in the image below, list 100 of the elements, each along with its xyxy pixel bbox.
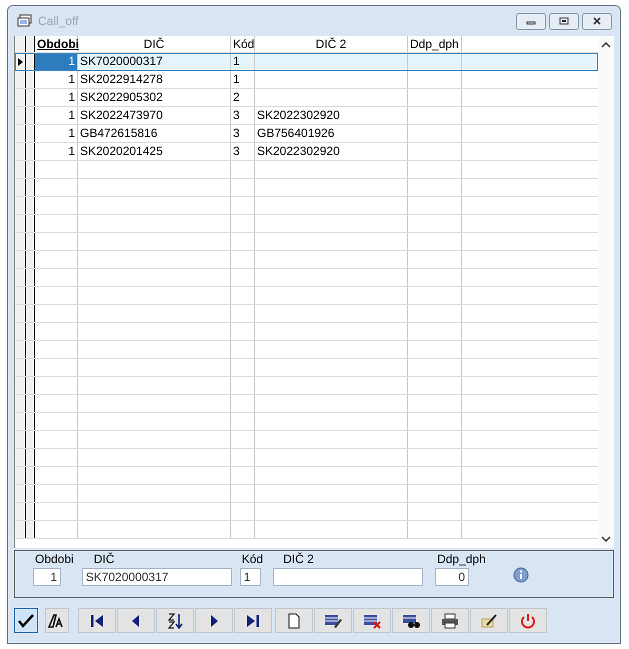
input-field[interactable]: SK7020000317 (82, 568, 232, 586)
next-button[interactable] (195, 608, 233, 633)
minimize-button[interactable] (516, 12, 546, 30)
row-header[interactable] (15, 107, 26, 124)
row-header[interactable] (15, 89, 26, 106)
row-header (26, 233, 35, 250)
row-header (15, 413, 26, 430)
row-header (26, 143, 35, 160)
input-field[interactable] (273, 568, 424, 586)
input-field[interactable]: 0 (435, 568, 470, 586)
row-header (26, 467, 35, 484)
table-cell: 3 (231, 125, 255, 142)
check-button[interactable] (14, 608, 38, 633)
scroll-down-icon[interactable] (601, 536, 611, 543)
power-icon (518, 612, 538, 628)
table-row[interactable]: 1 SK2020201425 3 SK2022302920 (15, 143, 598, 161)
new-button[interactable] (275, 608, 313, 633)
row-header (15, 521, 26, 538)
row-header (26, 269, 35, 286)
row-header (26, 53, 35, 70)
power-button[interactable] (509, 608, 547, 633)
table-cell: 1 (35, 143, 78, 160)
row-header (26, 413, 35, 430)
column-header[interactable]: DIČ 2 (255, 36, 408, 52)
table-cell: 1 (35, 89, 78, 106)
print-icon (440, 612, 460, 628)
table-cell: GB472615816 (78, 125, 231, 142)
table-row[interactable]: 1 SK2022914278 1 (15, 71, 598, 89)
info-icon[interactable] (513, 567, 529, 583)
input-field[interactable]: 1 (240, 568, 261, 586)
check-icon (16, 612, 36, 628)
delete-button[interactable] (353, 608, 391, 633)
table-cell: SK7020000317 (78, 53, 231, 70)
scrollbar[interactable] (598, 36, 614, 548)
column-header[interactable]: Ddp_dph (408, 36, 462, 52)
row-header (26, 161, 35, 178)
table-cell: 1 (35, 107, 78, 124)
row-header (26, 251, 35, 268)
table-row[interactable]: 1 GB472615816 3 GB756401926 (15, 125, 598, 143)
row-header (26, 125, 35, 142)
selected-row[interactable]: 1 SK7020000317 1 (15, 53, 598, 71)
row-header (26, 89, 35, 106)
row-header (15, 341, 26, 358)
row-header (15, 395, 26, 412)
prev-button[interactable] (117, 608, 155, 633)
row-header (26, 179, 35, 196)
scroll-up-icon[interactable] (601, 41, 611, 48)
row-header (15, 305, 26, 322)
row-header[interactable] (15, 53, 26, 70)
font-button[interactable] (45, 608, 69, 633)
table-cell: 3 (231, 107, 255, 124)
row-header (26, 107, 35, 124)
maximize-button[interactable] (549, 12, 579, 30)
row-header[interactable] (15, 125, 26, 142)
row-header (26, 503, 35, 520)
row-header (15, 36, 26, 52)
field-label: DIČ 2 (282, 551, 315, 568)
row-header (15, 323, 26, 340)
table-cell: SK2022302920 (255, 107, 408, 124)
row-header (26, 485, 35, 502)
sort-button[interactable] (156, 608, 194, 633)
table-cell: 1 (35, 125, 78, 142)
row-header[interactable] (15, 143, 26, 160)
table-cell: 2 (231, 89, 255, 106)
row-header[interactable] (15, 71, 26, 88)
table-row[interactable]: 1 SK2022905302 2 (15, 89, 598, 107)
row-header (15, 467, 26, 484)
row-header (26, 449, 35, 466)
table-cell: GB756401926 (255, 125, 408, 142)
row-header (26, 197, 35, 214)
row-header (26, 359, 35, 376)
print-button[interactable] (431, 608, 469, 633)
table-cell: 3 (231, 143, 255, 160)
field-label: Kód (240, 551, 264, 568)
last-button[interactable] (234, 608, 272, 633)
find-button[interactable] (392, 608, 430, 633)
row-header (15, 179, 26, 196)
edit-button[interactable] (314, 608, 352, 633)
table-cell: 1 (35, 53, 78, 70)
input-field[interactable]: 1 (33, 568, 61, 586)
table-row[interactable]: 1 SK2022473970 3 SK2022302920 (15, 107, 598, 125)
tools-icon (479, 612, 499, 628)
column-header[interactable]: Obdobi (35, 36, 78, 52)
edit-icon (323, 612, 343, 628)
row-header (15, 449, 26, 466)
row-header (15, 197, 26, 214)
row-header (26, 431, 35, 448)
row-header (15, 215, 26, 232)
row-header (26, 377, 35, 394)
field-label: DIČ (92, 551, 116, 568)
table-cell: 1 (231, 53, 255, 70)
tools-button[interactable] (470, 608, 508, 633)
close-icon (592, 17, 602, 25)
column-header[interactable]: DIČ (78, 36, 231, 52)
first-button[interactable] (78, 608, 116, 633)
column-header[interactable]: Kód (231, 36, 255, 52)
row-header (26, 305, 35, 322)
document-stack-icon (17, 14, 33, 28)
row-header (15, 485, 26, 502)
close-button[interactable] (582, 12, 612, 30)
